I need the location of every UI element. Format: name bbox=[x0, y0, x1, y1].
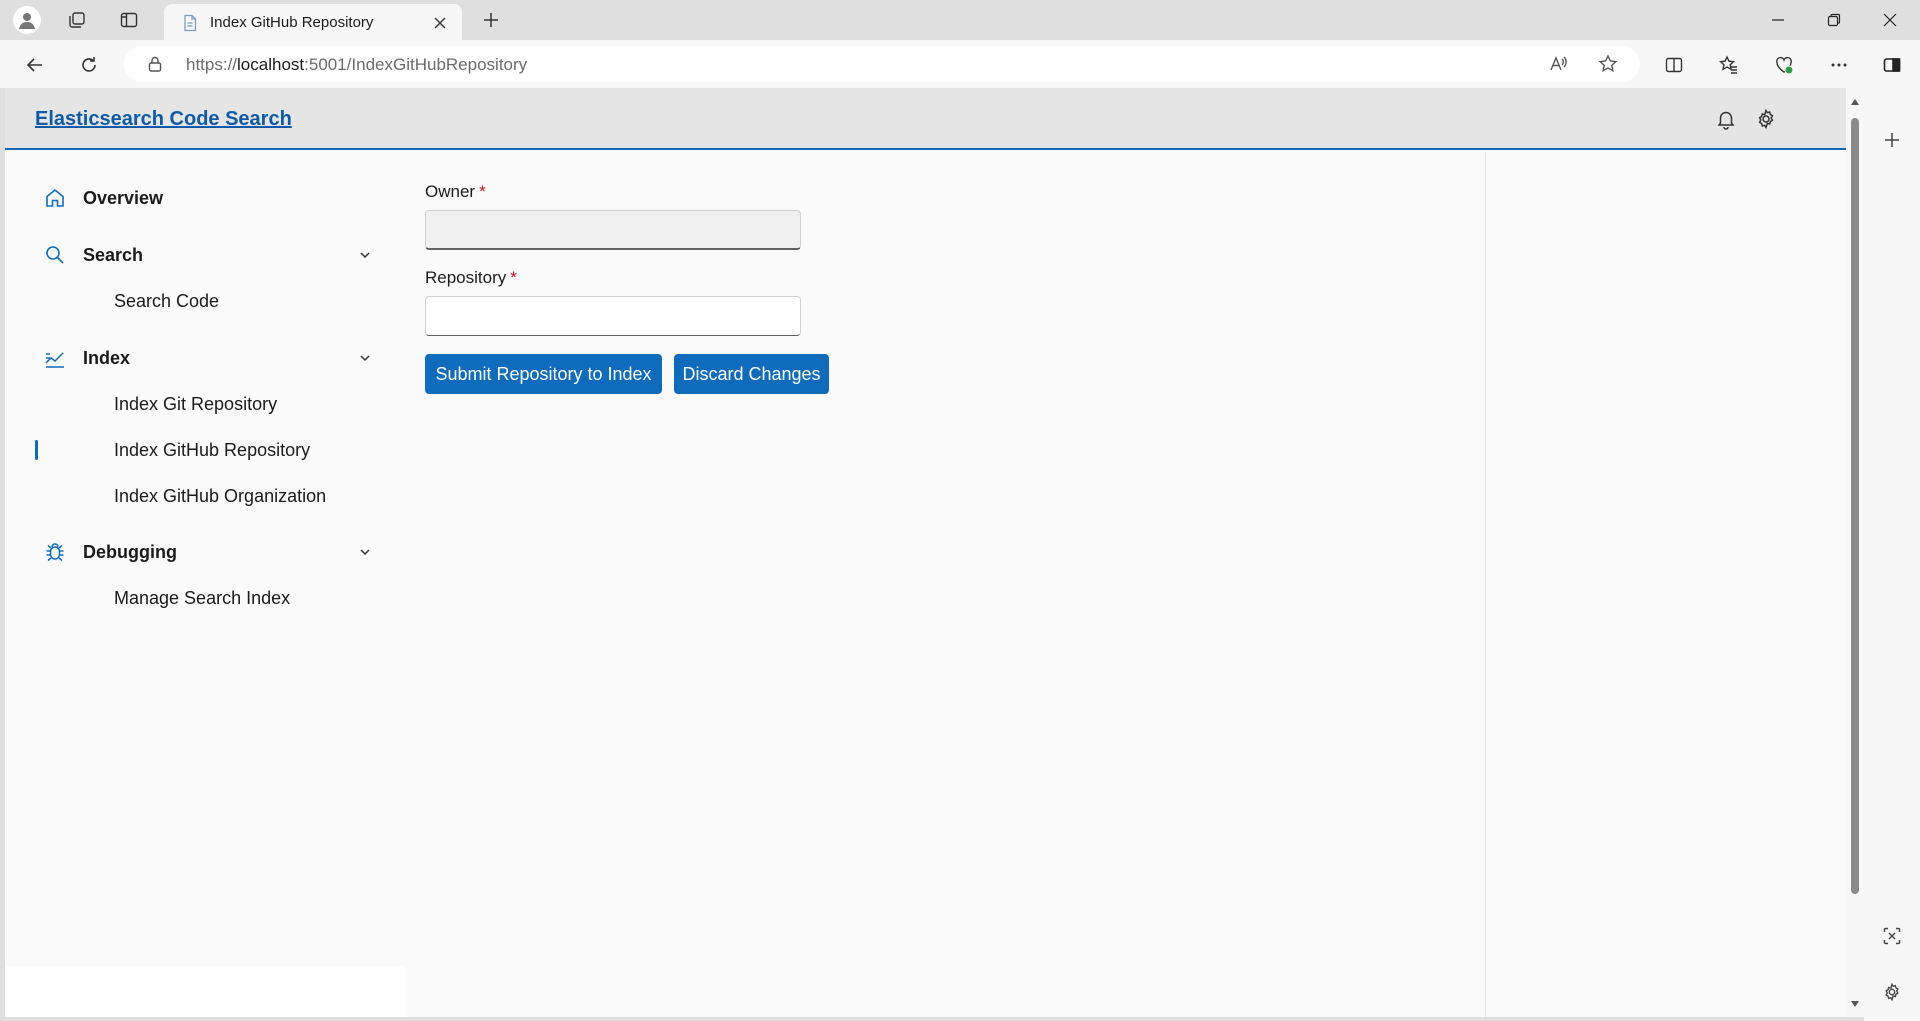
split-screen-icon[interactable] bbox=[1658, 49, 1690, 81]
browser-essentials-icon[interactable] bbox=[1768, 49, 1800, 81]
restore-icon[interactable] bbox=[1804, 0, 1864, 40]
required-marker: * bbox=[510, 268, 517, 287]
nav-group-search[interactable]: Search bbox=[35, 235, 375, 275]
nav-overview[interactable]: Overview bbox=[35, 178, 375, 218]
nav-item-index-github-repository[interactable]: Index GitHub Repository bbox=[35, 430, 375, 470]
nav-group-index[interactable]: Index bbox=[35, 338, 375, 378]
nav-index-label: Index bbox=[83, 347, 131, 368]
nav-overview-label: Overview bbox=[83, 187, 164, 208]
close-tab-icon[interactable] bbox=[428, 11, 452, 35]
workspaces-icon[interactable] bbox=[62, 5, 92, 35]
search-icon bbox=[43, 243, 67, 267]
url-text[interactable]: https://localhost:5001/IndexGitHubReposi… bbox=[186, 55, 527, 75]
tab-title: Index GitHub Repository bbox=[210, 14, 374, 31]
nav-item-label: Index Git Repository bbox=[114, 394, 278, 414]
nav-item-index-github-organization[interactable]: Index GitHub Organization bbox=[35, 476, 375, 516]
index-icon bbox=[43, 346, 67, 370]
favorite-star-icon[interactable] bbox=[1594, 50, 1622, 78]
app-header: Elasticsearch Code Search bbox=[5, 88, 1846, 150]
address-bar[interactable]: https://localhost:5001/IndexGitHubReposi… bbox=[124, 46, 1640, 82]
tab-active[interactable]: Index GitHub Repository bbox=[164, 4, 462, 40]
scrollbar-thumb[interactable] bbox=[1851, 118, 1859, 894]
nav-item-search-code[interactable]: Search Code bbox=[35, 281, 375, 321]
repository-input[interactable] bbox=[425, 296, 801, 336]
nav-group-debugging[interactable]: Debugging bbox=[35, 532, 375, 572]
required-marker: * bbox=[479, 182, 486, 201]
sidebar-toggle-icon[interactable] bbox=[1876, 49, 1908, 81]
app-title-link[interactable]: Elasticsearch Code Search bbox=[35, 108, 292, 131]
scroll-down-icon[interactable] bbox=[1850, 999, 1860, 1009]
close-window-icon[interactable] bbox=[1860, 0, 1920, 40]
owner-label: Owner * bbox=[425, 182, 486, 202]
profile-avatar-icon bbox=[13, 6, 41, 34]
url-host: localhost bbox=[237, 55, 305, 74]
chevron-down-icon[interactable] bbox=[355, 348, 375, 368]
gear-icon[interactable] bbox=[1878, 978, 1906, 1006]
browser-toolbar: https://localhost:5001/IndexGitHubReposi… bbox=[0, 40, 1920, 88]
more-options-icon[interactable] bbox=[1823, 49, 1855, 81]
browser-tab-strip: Index GitHub Repository bbox=[0, 0, 1920, 40]
repository-label: Repository * bbox=[425, 268, 517, 288]
page-favicon-icon bbox=[180, 13, 200, 33]
url-path: :5001/IndexGitHubRepository bbox=[304, 55, 528, 74]
vertical-tabs-icon[interactable] bbox=[114, 5, 144, 35]
nav-item-index-git-repository[interactable]: Index Git Repository bbox=[35, 384, 375, 424]
browser-side-panel bbox=[1864, 88, 1920, 1021]
bug-icon bbox=[43, 540, 67, 564]
nav-item-label: Index GitHub Repository bbox=[114, 440, 311, 460]
chevron-down-icon[interactable] bbox=[355, 245, 375, 265]
back-icon[interactable] bbox=[19, 49, 51, 81]
nav-item-label: Manage Search Index bbox=[114, 588, 291, 608]
page-scrollbar[interactable] bbox=[1846, 88, 1864, 1017]
owner-label-text: Owner bbox=[425, 182, 476, 201]
nav-search-label: Search bbox=[83, 244, 144, 265]
nav-item-manage-search-index[interactable]: Manage Search Index bbox=[35, 578, 375, 618]
favorites-icon[interactable] bbox=[1713, 49, 1745, 81]
read-aloud-icon[interactable] bbox=[1544, 50, 1572, 78]
screenshot-icon[interactable] bbox=[1878, 922, 1906, 950]
add-icon[interactable] bbox=[1878, 126, 1906, 154]
nav-debugging-label: Debugging bbox=[83, 541, 177, 562]
nav-footer-panel bbox=[5, 966, 405, 1017]
lock-icon[interactable] bbox=[146, 55, 164, 73]
new-tab-icon[interactable] bbox=[476, 5, 506, 35]
content-divider bbox=[1485, 152, 1486, 1017]
page-viewport: Elasticsearch Code Search Overview Searc… bbox=[5, 88, 1846, 1017]
owner-input[interactable] bbox=[425, 210, 801, 250]
nav-item-label: Search Code bbox=[114, 291, 220, 311]
refresh-icon[interactable] bbox=[73, 49, 105, 81]
url-scheme: https:// bbox=[186, 55, 238, 74]
bell-icon[interactable] bbox=[1712, 105, 1740, 133]
nav-item-label: Index GitHub Organization bbox=[114, 486, 327, 506]
submit-repository-button[interactable]: Submit Repository to Index bbox=[425, 354, 662, 394]
chevron-down-icon[interactable] bbox=[355, 542, 375, 562]
gear-icon[interactable] bbox=[1752, 105, 1780, 133]
selected-indicator bbox=[35, 440, 38, 460]
discard-changes-button[interactable]: Discard Changes bbox=[674, 354, 829, 394]
profile-button[interactable] bbox=[12, 5, 42, 35]
scroll-up-icon[interactable] bbox=[1850, 97, 1860, 107]
minimize-icon[interactable] bbox=[1748, 0, 1808, 40]
repository-label-text: Repository bbox=[425, 268, 507, 287]
home-icon bbox=[43, 186, 67, 210]
